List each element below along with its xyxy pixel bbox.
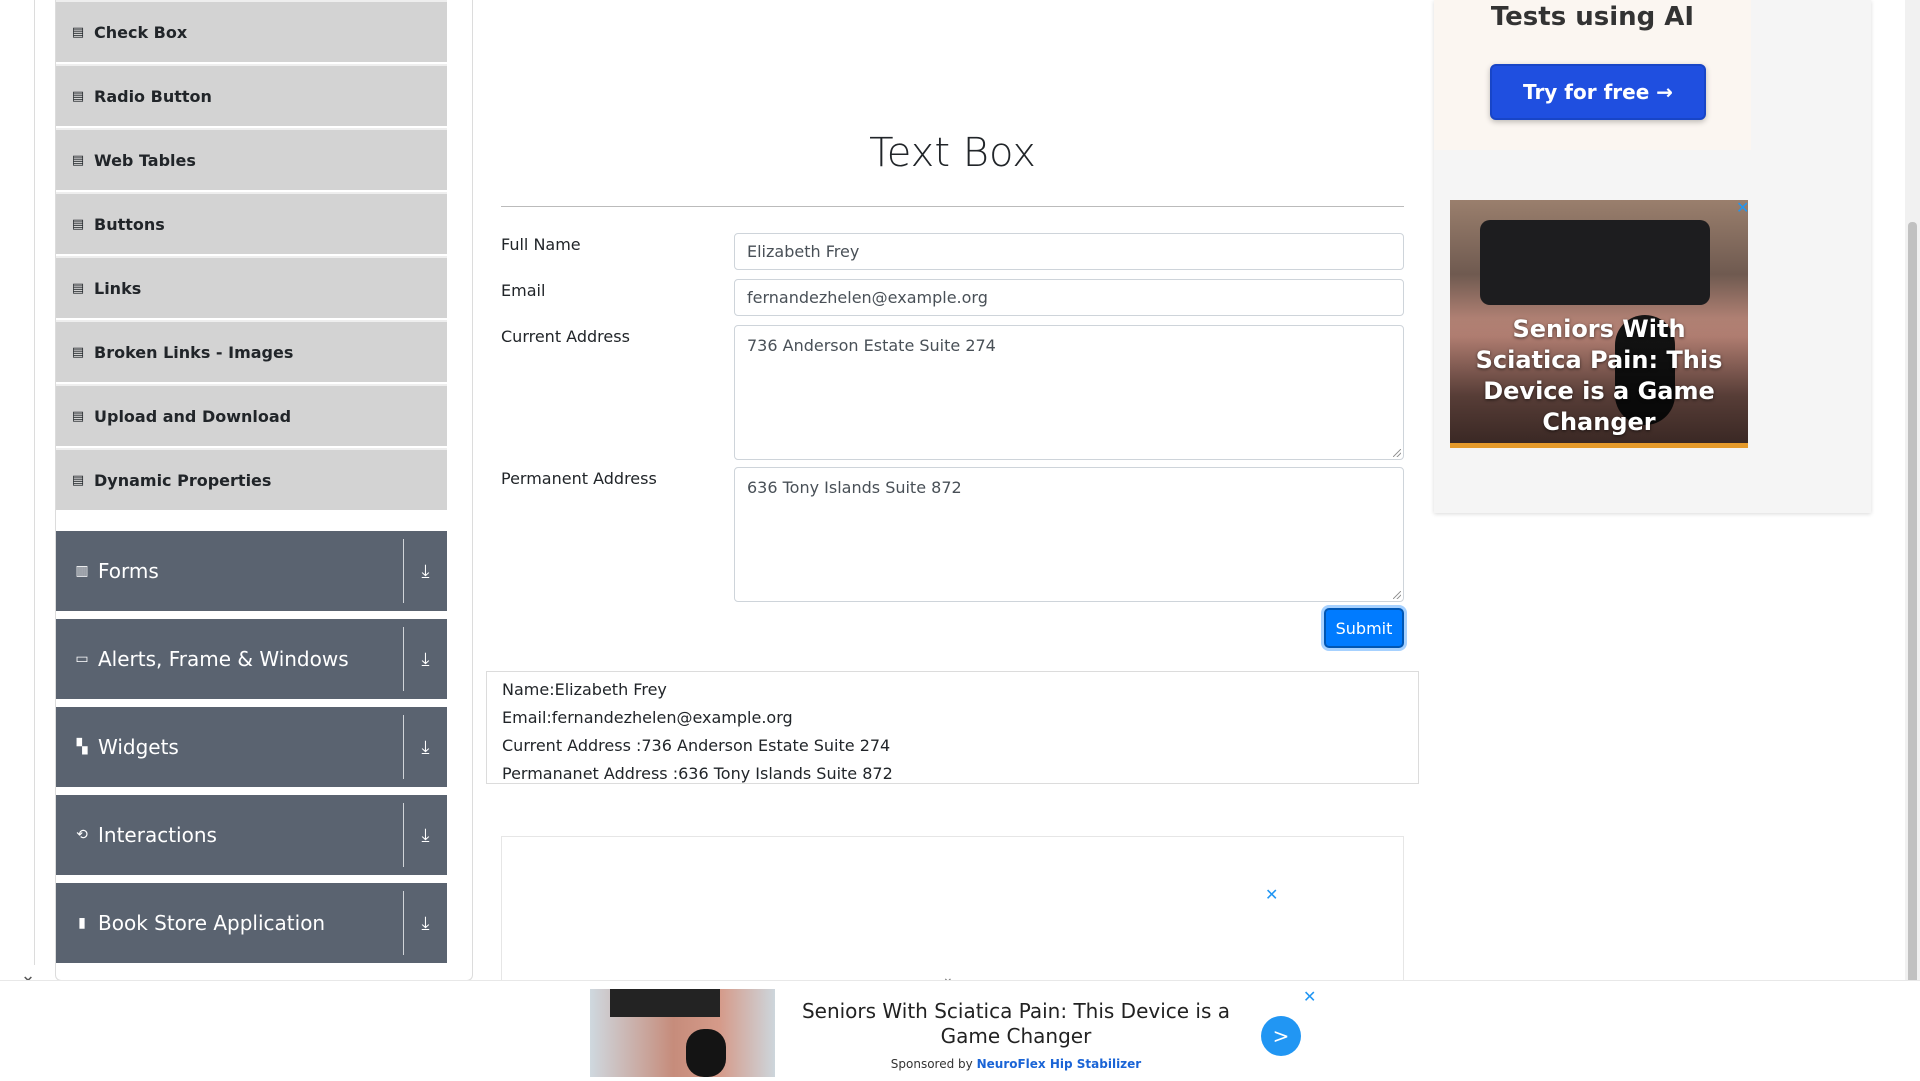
list-icon: ▤ — [71, 152, 85, 168]
full-name-label: Full Name — [501, 235, 581, 254]
bottom-ad-photo-belt — [610, 989, 720, 1017]
list-icon: ▤ — [71, 472, 85, 488]
interactions-icon: ⟲ — [76, 827, 88, 843]
list-icon: ▤ — [71, 280, 85, 296]
sidebar-group-label: Forms — [98, 559, 159, 583]
sidebar-item-label: Upload and Download — [94, 406, 292, 426]
sidebar-item-label: Radio Button — [94, 86, 212, 106]
sidebar-item-label: Web Tables — [94, 150, 196, 170]
submit-button[interactable]: Submit — [1324, 608, 1404, 648]
bottom-sticky-ad: Seniors With Sciatica Pain: This Device … — [0, 980, 1920, 1081]
sidebar-group-book-store[interactable]: ▮ Book Store Application ⤓ — [56, 883, 447, 963]
close-icon[interactable]: ✕ — [1736, 198, 1749, 218]
bottom-ad-image[interactable] — [590, 989, 775, 1077]
widgets-icon: ▚ — [76, 739, 88, 755]
left-rail — [34, 0, 35, 965]
sidebar-item-radio-button[interactable]: ▤ Radio Button — [56, 64, 447, 126]
email-label: Email — [501, 281, 546, 300]
sidebar-item-upload-download[interactable]: ▤ Upload and Download — [56, 384, 447, 446]
permanent-address-textarea[interactable]: 636 Tony Islands Suite 872 — [734, 467, 1404, 602]
close-icon[interactable]: ✕ — [1265, 885, 1278, 905]
sidebar-group-label: Alerts, Frame & Windows — [98, 647, 349, 671]
list-icon: ▤ — [71, 216, 85, 232]
sponsor-brand-link[interactable]: NeuroFlex Hip Stabilizer — [977, 1057, 1142, 1071]
list-icon: ▤ — [71, 88, 85, 104]
current-address-textarea[interactable]: 736 Anderson Estate Suite 274 — [734, 325, 1404, 460]
output-panel: Name:Elizabeth Frey Email:fernandezhelen… — [486, 671, 1419, 784]
sidebar-item-broken-links[interactable]: ▤ Broken Links - Images — [56, 320, 447, 382]
sidebar-group-label: Interactions — [98, 823, 217, 847]
promo-headline: Seniors With Sciatica Pain: This Device … — [1475, 315, 1723, 436]
bottom-ad-sponsor: Sponsored by NeuroFlex Hip Stabilizer — [786, 1057, 1246, 1071]
output-current-address: Current Address :736 Anderson Estate Sui… — [502, 736, 891, 755]
download-icon[interactable]: ⤓ — [404, 531, 447, 611]
sidebar-group-forms[interactable]: ▥ Forms ⤓ — [56, 531, 447, 611]
resize-handle-icon[interactable] — [1393, 449, 1401, 457]
sidebar-group-alerts-frame-windows[interactable]: ▭ Alerts, Frame & Windows ⤓ — [56, 619, 447, 699]
permanent-address-value: 636 Tony Islands Suite 872 — [747, 478, 962, 497]
window-icon: ▭ — [75, 651, 89, 667]
sidebar-group-interactions[interactable]: ⟲ Interactions ⤓ — [56, 795, 447, 875]
sponsor-prefix: Sponsored by — [890, 1057, 973, 1071]
ad-heading: Tests using AI — [1490, 2, 1695, 32]
books-icon: ▮ — [78, 915, 86, 931]
output-email: Email:fernandezhelen@example.org — [502, 708, 793, 727]
download-icon[interactable]: ⤓ — [404, 707, 447, 787]
full-name-input[interactable]: Elizabeth Frey — [734, 233, 1404, 270]
close-icon[interactable]: ✕ — [1303, 987, 1316, 1007]
sidebar-item-check-box[interactable]: ▤ Check Box — [56, 0, 447, 62]
sidebar-item-label: Check Box — [94, 22, 188, 42]
divider — [501, 206, 1404, 207]
page-title: Text Box — [869, 130, 1036, 176]
output-name: Name:Elizabeth Frey — [502, 680, 667, 699]
email-input[interactable]: fernandezhelen@example.org — [734, 279, 1404, 316]
current-address-value: 736 Anderson Estate Suite 274 — [747, 336, 996, 355]
sidebar-item-label: Links — [94, 278, 142, 298]
sidebar-group-widgets[interactable]: ▚ Widgets ⤓ — [56, 707, 447, 787]
permanent-address-label: Permanent Address — [501, 469, 657, 488]
list-icon: ▤ — [71, 344, 85, 360]
list-icon: ▤ — [71, 24, 85, 40]
sidebar-item-label: Buttons — [94, 214, 165, 234]
list-icon: ▤ — [71, 408, 85, 424]
sidebar-item-dynamic-properties[interactable]: ▤ Dynamic Properties — [56, 448, 447, 510]
right-ad-panel: Tests using AI Try for free → Seniors Wi… — [1434, 0, 1871, 513]
inline-ad-frame: ✕ ⌄ — [501, 836, 1404, 986]
bottom-ad-headline[interactable]: Seniors With Sciatica Pain: This Device … — [786, 999, 1246, 1049]
scrollbar-thumb[interactable] — [1908, 222, 1917, 992]
sidebar-group-label: Book Store Application — [98, 911, 326, 935]
try-for-free-button[interactable]: Try for free → — [1490, 64, 1706, 120]
sidebar-group-label: Widgets — [98, 735, 179, 759]
download-icon[interactable]: ⤓ — [404, 619, 447, 699]
bottom-ad-photo-strap — [686, 1029, 726, 1077]
download-icon[interactable]: ⤓ — [404, 883, 447, 963]
sidebar-item-label: Dynamic Properties — [94, 470, 272, 490]
resize-handle-icon[interactable] — [1393, 591, 1401, 599]
arrow-right-button[interactable]: > — [1261, 1016, 1301, 1056]
sidebar-item-label: Broken Links - Images — [94, 342, 294, 362]
sidebar-item-links[interactable]: ▤ Links — [56, 256, 447, 318]
current-address-label: Current Address — [501, 327, 630, 346]
promo-ad-image[interactable]: Seniors With Sciatica Pain: This Device … — [1450, 200, 1748, 448]
promo-photo-belt — [1480, 220, 1710, 305]
form-icon: ▥ — [75, 563, 89, 579]
output-permanent-address: Permananet Address :636 Tony Islands Sui… — [502, 764, 893, 783]
elements-menu-list: ▤ Check Box ▤ Radio Button ▤ Web Tables ▤ Bu… — [56, 0, 447, 512]
sidebar-item-buttons[interactable]: ▤ Buttons — [56, 192, 447, 254]
download-icon[interactable]: ⤓ — [404, 795, 447, 875]
promo-accent-bar — [1450, 443, 1748, 448]
sidebar-item-web-tables[interactable]: ▤ Web Tables — [56, 128, 447, 190]
